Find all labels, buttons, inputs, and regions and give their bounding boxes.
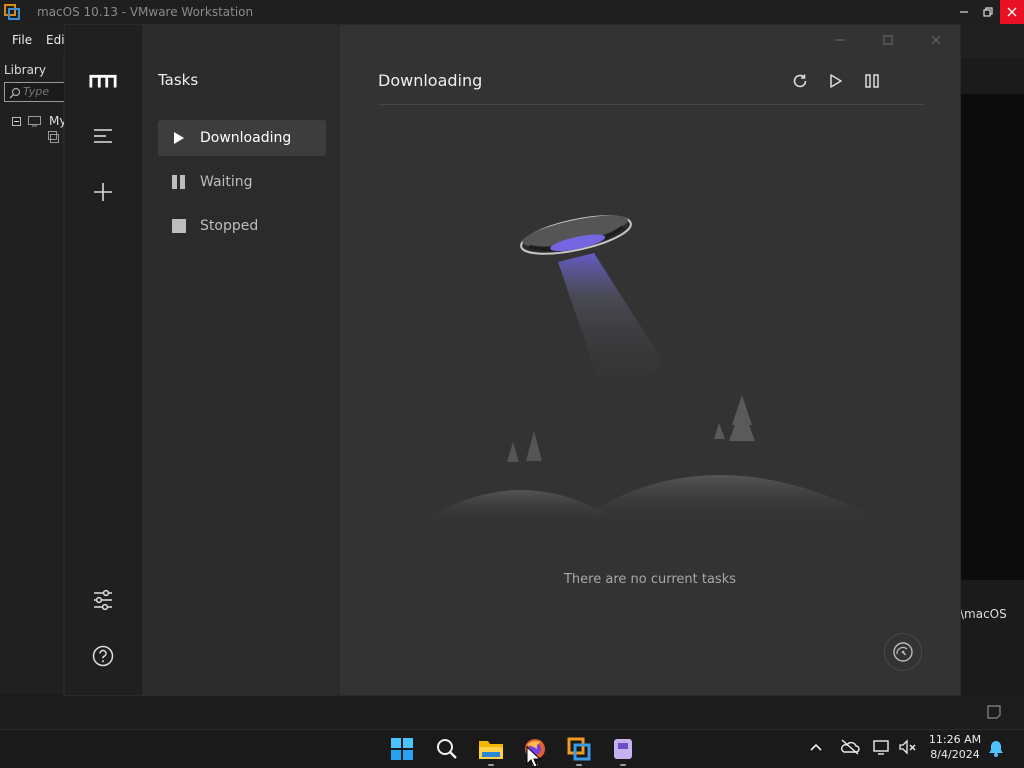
menu-file[interactable]: File: [12, 33, 32, 47]
app-minimize-button[interactable]: [828, 29, 852, 51]
volume-muted-icon[interactable]: [898, 738, 918, 760]
task-list-stopped[interactable]: Stopped: [158, 208, 326, 244]
vmware-titlebar: macOS 10.13 - VMware Workstation: [0, 0, 1024, 24]
running-indicator: [576, 764, 582, 766]
tree-item-my-computer[interactable]: My: [49, 114, 66, 128]
clock-date: 8/4/2024: [930, 748, 980, 761]
show-hidden-icons-icon[interactable]: [808, 739, 824, 759]
vmware-statusbar: [0, 694, 1024, 729]
windows-taskbar: 11:26 AM 8/4/2024: [0, 729, 1024, 768]
empty-state-illustration: [418, 215, 890, 525]
windows-start-icon[interactable]: [386, 733, 418, 765]
add-task-icon[interactable]: [89, 178, 117, 206]
empty-state-message: There are no current tasks: [563, 572, 736, 587]
menu-icon[interactable]: [89, 122, 117, 150]
main-title: Downloading: [378, 71, 483, 90]
stop-icon: [172, 219, 186, 233]
app-icon[interactable]: [607, 733, 639, 766]
speedometer-icon[interactable]: [884, 633, 922, 671]
notification-bell-icon[interactable]: [987, 739, 1005, 761]
pause-all-icon[interactable]: [860, 69, 884, 93]
running-indicator: [620, 764, 626, 766]
preferences-icon[interactable]: [89, 586, 117, 614]
search-icon: [9, 87, 21, 99]
vmware-vm-view: \macOS: [960, 58, 1024, 694]
task-list-panel: Tasks Downloading Waiting Stopped: [142, 25, 340, 695]
file-explorer-icon[interactable]: [475, 733, 507, 766]
vmware-icon[interactable]: [563, 733, 595, 766]
tasks-title: Tasks: [158, 71, 199, 89]
vmware-library-panel: Library Type My: [0, 58, 66, 694]
help-icon[interactable]: [89, 642, 117, 670]
vmware-close-button[interactable]: [1000, 0, 1024, 24]
vm-console-area[interactable]: [960, 94, 1024, 580]
network-icon[interactable]: [872, 738, 892, 760]
task-list-label: Downloading: [200, 130, 292, 146]
clock-time: 11:26 AM: [928, 733, 982, 746]
vm-path-text: \macOS: [960, 607, 1007, 621]
pause-icon: [172, 175, 186, 189]
app-window: Tasks Downloading Waiting Stopped Downlo…: [65, 25, 960, 695]
task-list-label: Stopped: [200, 218, 259, 234]
main-panel: Downloading There are no current tasks: [340, 25, 960, 695]
running-indicator: [488, 764, 494, 766]
title-divider: [378, 104, 924, 105]
onedrive-icon[interactable]: [840, 738, 860, 760]
task-list-waiting[interactable]: Waiting: [158, 164, 326, 200]
library-label: Library: [4, 63, 46, 77]
vmware-logo-icon: [4, 4, 20, 20]
library-search-placeholder: Type: [23, 85, 50, 98]
refresh-icon[interactable]: [788, 69, 812, 93]
task-list-downloading[interactable]: Downloading: [158, 120, 326, 156]
icon-rail: [65, 25, 142, 695]
vmware-minimize-button[interactable]: [952, 0, 976, 24]
logo-icon: [89, 67, 117, 95]
resume-all-icon[interactable]: [824, 69, 848, 93]
app-maximize-button[interactable]: [876, 29, 900, 51]
vmware-restore-button[interactable]: [976, 0, 1000, 24]
play-icon: [172, 131, 186, 145]
system-clock[interactable]: 11:26 AM 8/4/2024: [924, 730, 986, 762]
statusbar-icon: [987, 705, 1001, 719]
task-list-label: Waiting: [200, 174, 253, 190]
search-icon[interactable]: [431, 733, 463, 765]
library-search-input[interactable]: Type: [4, 82, 66, 102]
vmware-window-title: macOS 10.13 - VMware Workstation: [37, 5, 254, 19]
app-close-button[interactable]: [924, 29, 948, 51]
mouse-cursor-icon: [526, 746, 540, 768]
